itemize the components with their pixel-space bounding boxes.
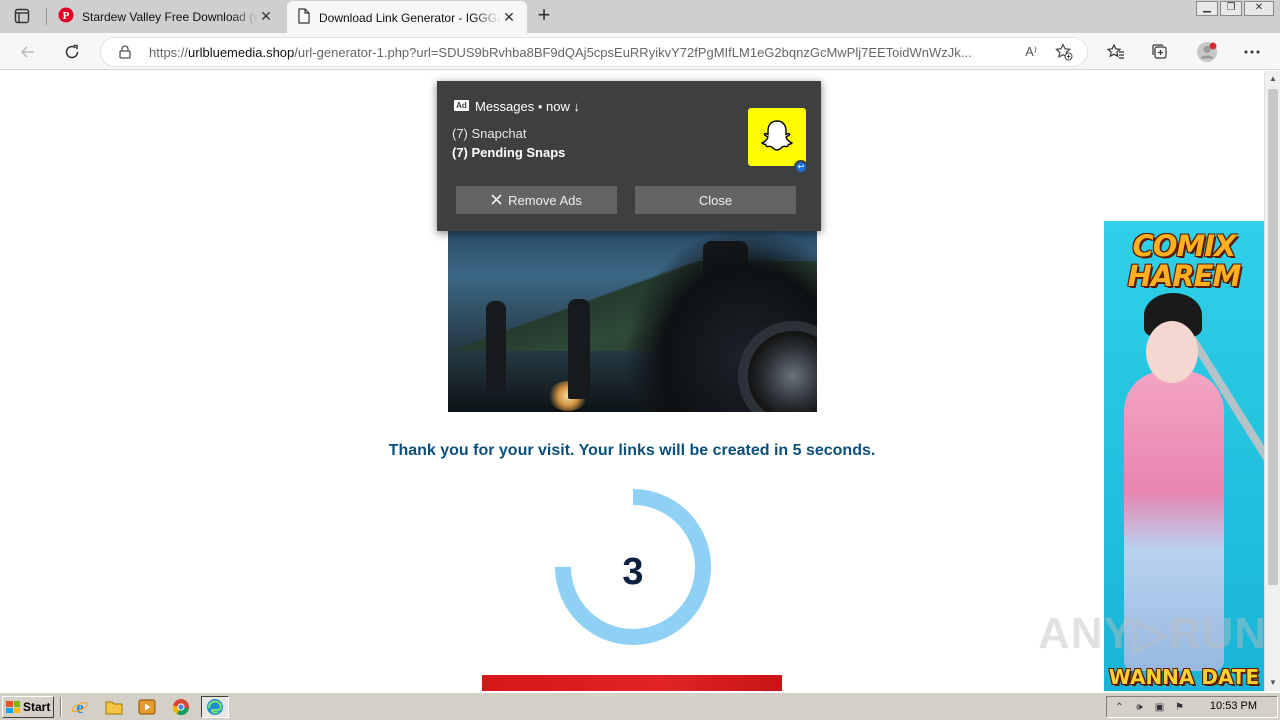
- network-icon[interactable]: ▣: [1153, 701, 1166, 714]
- favorites-icon[interactable]: [1103, 39, 1129, 65]
- snapchat-ghost-icon: [748, 108, 806, 166]
- action-center-flag-icon[interactable]: ⚑: [1173, 701, 1186, 714]
- start-button[interactable]: Start: [2, 696, 54, 718]
- lock-icon[interactable]: [119, 45, 131, 62]
- more-menu-icon[interactable]: [1239, 39, 1265, 65]
- notification-line2: (7) Pending Snaps: [452, 145, 566, 160]
- tray-expand-icon[interactable]: ⌃: [1113, 701, 1126, 714]
- volume-icon[interactable]: 🕪: [1133, 701, 1146, 714]
- hero-image[interactable]: [448, 231, 817, 412]
- thank-you-message: Thank you for your visit. Your links wil…: [388, 442, 876, 459]
- new-tab-button[interactable]: +: [533, 4, 555, 27]
- pinterest-icon: P: [58, 7, 74, 26]
- hero-figure: [486, 301, 506, 391]
- page-icon: [297, 8, 311, 27]
- tab-close-icon[interactable]: ✕: [501, 9, 517, 26]
- url-path: /url-generator-1.php?url=SDUS9bRvhba8BF9…: [294, 45, 972, 60]
- url-text[interactable]: https://urlbluemedia.shop/url-generator-…: [149, 45, 1011, 60]
- taskbar: Start e ⌃ 🕪 ▣ ⚑ 10:53 PM: [0, 692, 1280, 720]
- tab-strip: P Stardew Valley Free Download (v1 ✕ Dow…: [0, 0, 1280, 34]
- chrome-icon[interactable]: [171, 697, 191, 717]
- refresh-icon[interactable]: [59, 39, 85, 65]
- tab-title: Stardew Valley Free Download (v1: [82, 9, 258, 24]
- tab-title: Download Link Generator - IGGGA: [319, 10, 501, 25]
- page-scrollbar[interactable]: ▲ ▼: [1264, 71, 1280, 691]
- ad-badge: Ad: [454, 100, 469, 111]
- profile-avatar-icon[interactable]: [1194, 39, 1220, 65]
- windows-logo-icon: [6, 701, 20, 713]
- ad-footer: WANNA DATE: [1108, 665, 1260, 689]
- window-controls: ▁ ❐ ✕: [1196, 1, 1274, 16]
- svg-text:e: e: [76, 698, 84, 716]
- system-tray: ⌃ 🕪 ▣ ⚑ 10:53 PM: [1106, 696, 1278, 718]
- scroll-down-icon[interactable]: ▼: [1265, 675, 1280, 691]
- url-domain: urlbluemedia.shop: [188, 45, 295, 60]
- ad-title: COMIX HAREM: [1104, 231, 1264, 291]
- tab-separator: [46, 8, 47, 25]
- countdown-number: 3: [622, 551, 644, 593]
- hero-figure: [568, 299, 590, 399]
- collections-icon[interactable]: [1147, 39, 1173, 65]
- anyrun-watermark: ANY▷RUN: [1038, 609, 1268, 658]
- download-banner[interactable]: [482, 675, 782, 691]
- reply-badge-icon: ↩: [794, 160, 808, 174]
- start-label: Start: [23, 700, 51, 714]
- ad-character-head: [1146, 321, 1198, 383]
- notification-line1: (7) Snapchat: [452, 126, 527, 141]
- remove-ads-button[interactable]: Remove Ads: [456, 186, 617, 214]
- explorer-icon[interactable]: [104, 697, 124, 717]
- address-bar[interactable]: https://urlbluemedia.shop/url-generator-…: [100, 37, 1088, 67]
- close-x-icon: [491, 193, 502, 208]
- remove-ads-label: Remove Ads: [508, 192, 582, 208]
- ad-title-line1: COMIX: [1132, 229, 1237, 263]
- read-aloud-icon[interactable]: A⁾: [1025, 44, 1037, 60]
- scroll-thumb[interactable]: [1268, 89, 1278, 585]
- edge-icon[interactable]: [201, 696, 229, 718]
- clock[interactable]: 10:53 PM: [1210, 700, 1257, 712]
- tab-actions-icon[interactable]: [8, 5, 36, 27]
- notification-header: Messages • now ↓: [475, 99, 580, 114]
- add-favorite-icon[interactable]: [1055, 43, 1073, 64]
- taskbar-separator: [60, 697, 62, 717]
- scroll-up-icon[interactable]: ▲: [1265, 71, 1280, 87]
- ie-icon[interactable]: e: [70, 697, 90, 717]
- window-close-icon[interactable]: ✕: [1244, 1, 1274, 16]
- tab-close-icon[interactable]: ✕: [258, 8, 274, 25]
- minimize-icon[interactable]: ▁: [1196, 1, 1218, 16]
- restore-icon[interactable]: ❐: [1220, 1, 1242, 16]
- url-scheme: https://: [149, 45, 189, 60]
- back-arrow-icon[interactable]: [15, 39, 41, 65]
- tab-stardew[interactable]: P Stardew Valley Free Download (v1 ✕: [48, 0, 284, 33]
- ad-title-line2: HAREM: [1127, 259, 1242, 293]
- media-player-icon[interactable]: [137, 697, 157, 717]
- svg-text:P: P: [63, 10, 70, 22]
- tab-link-generator[interactable]: Download Link Generator - IGGGA ✕: [287, 1, 527, 34]
- browser-toolbar: https://urlbluemedia.shop/url-generator-…: [0, 33, 1280, 70]
- close-label: Close: [698, 192, 733, 208]
- close-button[interactable]: Close: [635, 186, 796, 214]
- fake-notification-popup[interactable]: Ad Messages • now ↓ (7) Snapchat (7) Pen…: [437, 81, 821, 231]
